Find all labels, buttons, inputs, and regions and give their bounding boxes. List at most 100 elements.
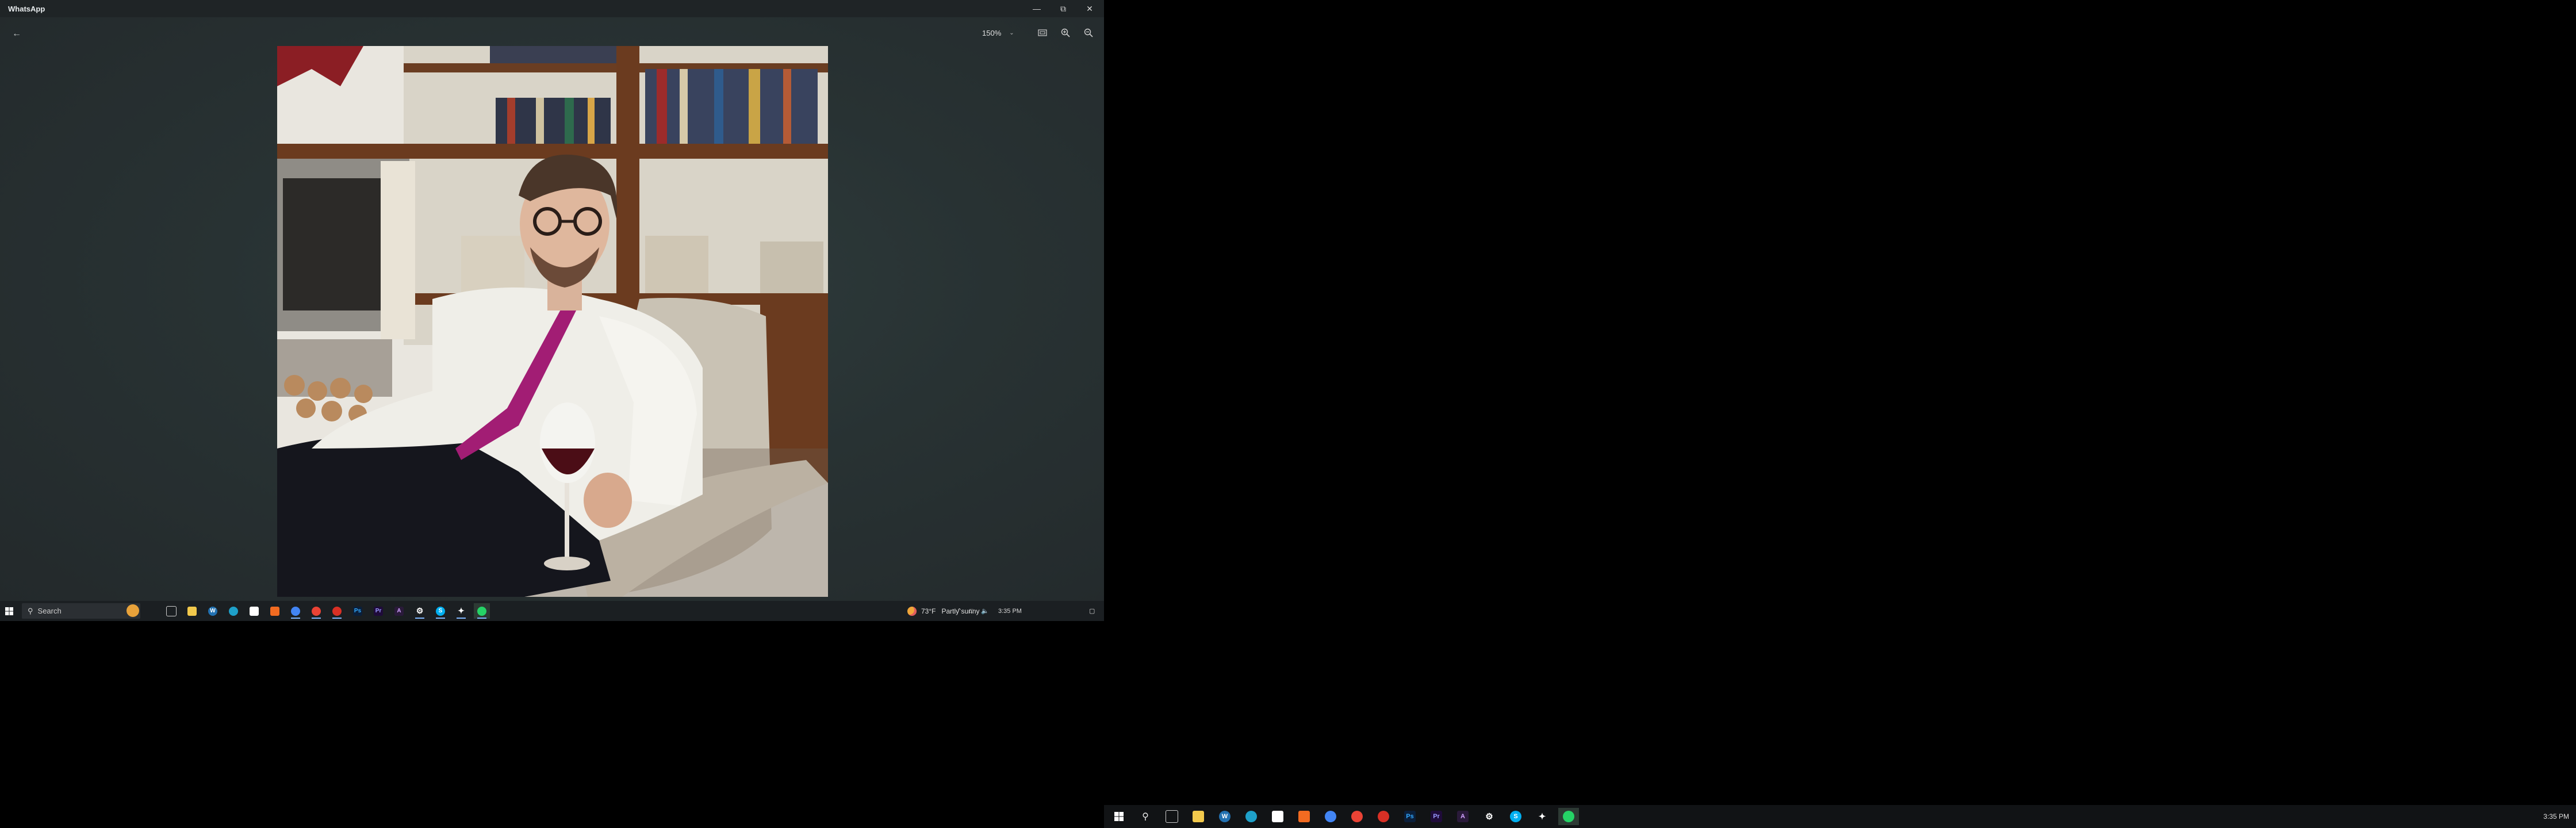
partly-sunny-icon xyxy=(907,606,917,616)
close-icon: ✕ xyxy=(1086,3,1093,13)
secondary-taskbar: ⚲ W Ps Pr A ⚙ S ✦ 3:35 PM xyxy=(1104,805,2576,828)
back-arrow-icon: ← xyxy=(12,29,21,39)
task-view-icon xyxy=(1166,810,1178,823)
active-indicator xyxy=(477,618,486,619)
fit-to-window-icon xyxy=(1038,29,1047,36)
notification-icon: ▢ xyxy=(1089,608,1095,615)
weather-temperature: 73°F xyxy=(921,607,936,615)
taskbar-edge[interactable] xyxy=(225,603,241,619)
network-button[interactable]: □ xyxy=(969,603,973,619)
notification-center-button[interactable]: ▢ xyxy=(1089,603,1095,619)
taskbar-task-view[interactable] xyxy=(163,603,179,619)
app-a-icon: A xyxy=(1457,811,1469,822)
window-titlebar[interactable]: WhatsApp — ⧉ ✕ xyxy=(0,0,1104,17)
taskbar-skype[interactable]: S xyxy=(432,603,448,619)
active-indicator xyxy=(291,618,300,619)
chevron-down-icon: ⌄ xyxy=(1009,29,1014,36)
zoom-level-select[interactable]: 150% ⌄ xyxy=(982,25,1021,40)
search-button-2[interactable]: ⚲ xyxy=(1135,808,1156,825)
taskbar-file-explorer[interactable] xyxy=(184,603,200,619)
app-a-icon: A xyxy=(394,606,404,616)
taskbar-chrome-1[interactable] xyxy=(288,603,304,619)
taskbar-chrome-2[interactable] xyxy=(308,603,324,619)
photo-illustration xyxy=(277,46,828,597)
chrome-icon xyxy=(291,606,300,616)
volume-button[interactable]: 🔈 xyxy=(981,603,989,619)
speaker-icon: 🔈 xyxy=(981,608,989,615)
zoom-in-icon xyxy=(1061,28,1070,37)
taskbar-feather-app[interactable]: ✦ xyxy=(453,603,469,619)
chevron-up-icon: ⌃ xyxy=(957,608,963,615)
taskbar-search-input[interactable]: ⚲ Search xyxy=(22,603,140,619)
taskbar-settings[interactable]: ⚙ xyxy=(412,603,428,619)
taskbar2-app-orange[interactable] xyxy=(1294,808,1314,825)
taskbar2-premiere[interactable]: Pr xyxy=(1426,808,1447,825)
feather-icon: ✦ xyxy=(458,606,465,615)
taskbar-whatsapp[interactable] xyxy=(474,603,490,619)
chrome-icon xyxy=(1378,811,1389,822)
taskbar2-skype[interactable]: S xyxy=(1505,808,1526,825)
show-hidden-icons-button[interactable]: ⌃ xyxy=(957,603,962,619)
zoom-out-button[interactable] xyxy=(1081,25,1096,40)
search-icon: ⚲ xyxy=(1142,812,1149,822)
secondary-clock-time: 3:35 PM xyxy=(2543,812,2569,821)
secondary-monitor: ⚲ W Ps Pr A ⚙ S ✦ 3:35 PM xyxy=(1104,0,2576,828)
taskbar-photoshop[interactable]: Ps xyxy=(350,603,366,619)
premiere-icon: Pr xyxy=(1431,811,1442,822)
search-icon: ⚲ xyxy=(28,606,33,615)
taskbar2-app-a[interactable]: A xyxy=(1452,808,1473,825)
active-indicator xyxy=(457,618,466,619)
secondary-clock[interactable]: 3:35 PM xyxy=(2543,808,2569,825)
skype-icon: S xyxy=(1510,811,1521,822)
taskbar-chrome-3[interactable] xyxy=(329,603,345,619)
taskbar-premiere[interactable]: Pr xyxy=(370,603,386,619)
premiere-icon: Pr xyxy=(374,606,383,616)
network-icon: □ xyxy=(969,607,973,615)
taskbar2-wordpress[interactable]: W xyxy=(1214,808,1235,825)
zoom-out-icon xyxy=(1084,28,1093,37)
zoom-in-button[interactable] xyxy=(1058,25,1073,40)
weather-widget[interactable]: 73°F Partly sunny xyxy=(907,603,980,619)
active-indicator xyxy=(415,618,424,619)
zoom-level-value: 150% xyxy=(982,28,1002,37)
feather-icon: ✦ xyxy=(1538,812,1546,822)
taskbar2-whatsapp[interactable] xyxy=(1558,808,1579,825)
taskbar2-chrome-3[interactable] xyxy=(1373,808,1394,825)
app-square-icon xyxy=(250,606,259,616)
app-orange-icon xyxy=(270,606,279,616)
photoshop-icon: Ps xyxy=(353,606,362,616)
taskbar2-app-square[interactable] xyxy=(1267,808,1288,825)
chrome-icon xyxy=(332,606,342,616)
taskbar2-photoshop[interactable]: Ps xyxy=(1400,808,1420,825)
taskbar2-feather-app[interactable]: ✦ xyxy=(1532,808,1552,825)
photoshop-icon: Ps xyxy=(1404,811,1416,822)
chrome-icon xyxy=(1351,811,1363,822)
task-view-button-2[interactable] xyxy=(1162,808,1182,825)
taskbar: ⚲ Search W Ps Pr A ⚙ S ✦ 73°F Partly sun… xyxy=(0,601,1104,621)
fit-to-window-button[interactable] xyxy=(1035,25,1050,40)
restore-icon: ⧉ xyxy=(1060,3,1066,13)
close-button[interactable]: ✕ xyxy=(1076,0,1103,17)
taskbar2-edge[interactable] xyxy=(1241,808,1262,825)
start-button[interactable] xyxy=(1,603,17,619)
taskbar2-chrome-2[interactable] xyxy=(1347,808,1367,825)
edge-icon xyxy=(229,606,238,616)
taskbar-app-orange[interactable] xyxy=(267,603,283,619)
clock[interactable]: 3:35 PM xyxy=(998,603,1022,619)
window-title: WhatsApp xyxy=(8,4,45,13)
minimize-button[interactable]: — xyxy=(1023,0,1050,17)
taskbar-wordpress[interactable]: W xyxy=(205,603,221,619)
taskbar2-chrome-1[interactable] xyxy=(1320,808,1341,825)
windows-logo-icon xyxy=(5,607,13,615)
taskbar-app-square[interactable] xyxy=(246,603,262,619)
taskbar2-settings[interactable]: ⚙ xyxy=(1479,808,1500,825)
shared-photo[interactable] xyxy=(277,46,828,597)
whatsapp-icon xyxy=(477,606,486,616)
gear-icon: ⚙ xyxy=(1485,812,1493,822)
restore-button[interactable]: ⧉ xyxy=(1050,0,1076,17)
back-button[interactable]: ← xyxy=(10,28,23,40)
taskbar2-file-explorer[interactable] xyxy=(1188,808,1209,825)
start-button-2[interactable] xyxy=(1109,808,1129,825)
chrome-icon xyxy=(312,606,321,616)
taskbar-app-a[interactable]: A xyxy=(391,603,407,619)
